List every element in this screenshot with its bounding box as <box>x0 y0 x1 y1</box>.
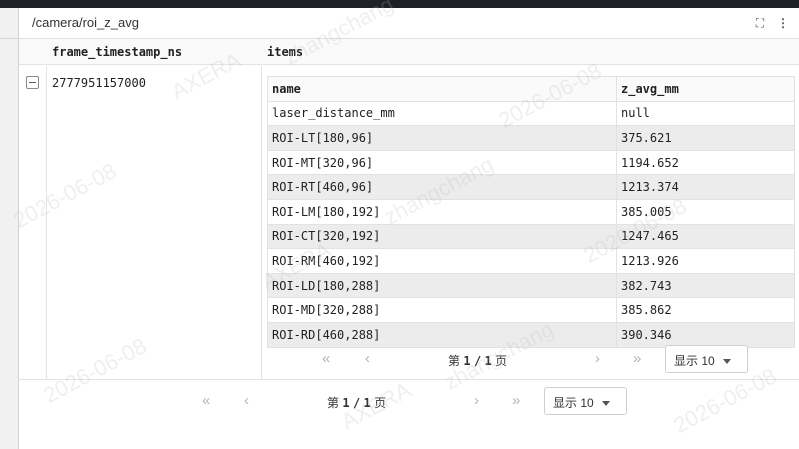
table-row: 2777951157000 name z_avg_mm laser_distan… <box>19 66 799 380</box>
roi-name-cell: ROI-MT[320,96] <box>267 149 617 176</box>
panel-title: /camera/roi_z_avg <box>32 15 139 30</box>
z-avg-cell: 385.862 <box>616 297 795 323</box>
prev-page-icon[interactable]: ‹ <box>365 350 370 367</box>
first-page-icon[interactable]: « <box>322 350 330 367</box>
page-sep: / <box>473 354 482 368</box>
table-row: laser_distance_mm null <box>267 100 795 127</box>
next-page-icon[interactable]: › <box>474 392 479 409</box>
table-row: ROI-MD[320,288] 385.862 <box>267 297 795 323</box>
chevron-down-icon <box>722 359 731 365</box>
panel-titlebar: /camera/roi_z_avg ⛶ ⋮ <box>19 8 799 39</box>
topic-panel: /camera/roi_z_avg ⛶ ⋮ frame_timestamp_ns… <box>9 0 799 449</box>
fullscreen-icon[interactable]: ⛶ <box>753 14 767 32</box>
subtable-header-row: name z_avg_mm <box>267 76 795 102</box>
page-current: 1 <box>342 396 350 410</box>
page-indicator: 第 1 / 1 页 <box>448 352 507 369</box>
page-suffix: 页 <box>374 396 387 410</box>
page-size-select[interactable]: 显示 10 <box>544 387 627 415</box>
collapse-row-icon[interactable] <box>26 76 39 89</box>
timestamp-value: 2777951157000 <box>52 76 146 90</box>
outer-pagination: « ‹ 第 1 / 1 页 › » 显示 10 <box>19 386 799 416</box>
page-size-value: 显示 10 <box>553 396 594 410</box>
subheader-z-avg: z_avg_mm <box>616 76 795 102</box>
more-menu-icon[interactable]: ⋮ <box>776 14 790 32</box>
roi-name-cell: laser_distance_mm <box>267 100 617 127</box>
table-row: ROI-CT[320,192] 1247.465 <box>267 223 795 250</box>
roi-name-cell: ROI-MD[320,288] <box>267 297 617 323</box>
header-items: items <box>267 45 304 59</box>
inner-pagination: « ‹ 第 1 / 1 页 › » 显示 10 <box>267 344 794 374</box>
page-total: 1 <box>363 396 371 410</box>
page-suffix: 页 <box>495 354 508 368</box>
roi-name-cell: ROI-RT[460,96] <box>267 174 617 200</box>
table-row: ROI-LT[180,96] 375.621 <box>267 125 795 151</box>
last-page-icon[interactable]: » <box>512 392 520 409</box>
table-row: ROI-RM[460,192] 1213.926 <box>267 248 795 274</box>
prev-page-icon[interactable]: ‹ <box>244 392 249 409</box>
page-current: 1 <box>463 354 471 368</box>
z-avg-cell: 1213.926 <box>616 248 795 274</box>
roi-name-cell: ROI-LT[180,96] <box>267 125 617 151</box>
page-sep: / <box>352 396 361 410</box>
page-size-select[interactable]: 显示 10 <box>665 345 748 373</box>
last-page-icon[interactable]: » <box>633 350 641 367</box>
z-avg-cell: null <box>616 100 795 127</box>
page-prefix: 第 <box>448 354 461 368</box>
header-frame-timestamp: frame_timestamp_ns <box>52 45 183 59</box>
first-page-icon[interactable]: « <box>202 392 210 409</box>
z-avg-cell: 1247.465 <box>616 223 795 250</box>
outer-table-header: frame_timestamp_ns items <box>19 39 799 65</box>
table-row: ROI-LD[180,288] 382.743 <box>267 272 795 299</box>
left-panel-edge <box>0 8 19 449</box>
z-avg-cell: 375.621 <box>616 125 795 151</box>
page-total: 1 <box>484 354 492 368</box>
timestamp-cell: 2777951157000 <box>47 66 262 380</box>
page-size-value: 显示 10 <box>674 354 715 368</box>
expand-column <box>19 66 47 380</box>
subheader-name: name <box>267 76 617 102</box>
top-strip <box>0 0 799 8</box>
z-avg-cell: 1213.374 <box>616 174 795 200</box>
page-indicator: 第 1 / 1 页 <box>327 394 386 411</box>
table-row: ROI-MT[320,96] 1194.652 <box>267 149 795 176</box>
items-subtable: name z_avg_mm laser_distance_mm null ROI-L… <box>267 76 795 348</box>
roi-name-cell: ROI-LD[180,288] <box>267 272 617 299</box>
next-page-icon[interactable]: › <box>595 350 600 367</box>
table-row: ROI-RT[460,96] 1213.374 <box>267 174 795 200</box>
table-row: ROI-LM[180,192] 385.005 <box>267 198 795 225</box>
z-avg-cell: 382.743 <box>616 272 795 299</box>
roi-name-cell: ROI-RM[460,192] <box>267 248 617 274</box>
page-prefix: 第 <box>327 396 340 410</box>
roi-name-cell: ROI-CT[320,192] <box>267 223 617 250</box>
chevron-down-icon <box>601 401 610 407</box>
z-avg-cell: 385.005 <box>616 198 795 225</box>
roi-name-cell: ROI-LM[180,192] <box>267 198 617 225</box>
z-avg-cell: 1194.652 <box>616 149 795 176</box>
